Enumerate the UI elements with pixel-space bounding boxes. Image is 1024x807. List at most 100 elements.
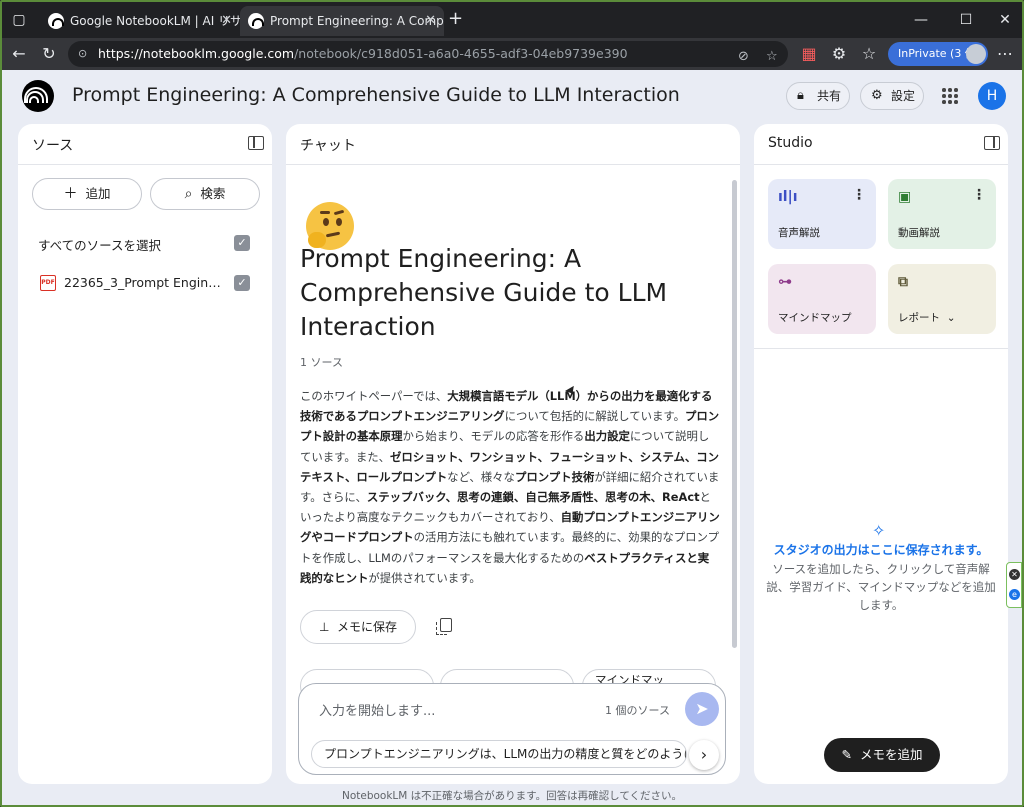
- more-vert-icon[interactable]: ⋮: [852, 187, 866, 203]
- share-button[interactable]: 🔒︎ 共有: [786, 82, 850, 110]
- notebook-heading: Prompt Engineering: A Comprehensive Guid…: [300, 244, 668, 341]
- summary-segment: このホワイトペーパーでは、: [300, 389, 448, 403]
- title-bar: ▢ Google NotebookLM | AI リサーチツ ✕ Prompt …: [2, 2, 1022, 38]
- add-label: 追加: [85, 186, 111, 201]
- close-tab-icon[interactable]: ✕: [425, 6, 436, 36]
- input-source-count: 1 個のソース: [605, 704, 670, 717]
- studio-empty-heading: スタジオの出力はここに保存されます。: [773, 543, 989, 557]
- add-note-button[interactable]: ✎ メモを追加: [824, 738, 940, 772]
- source-item-name[interactable]: 22365_3_Prompt Engineering: [64, 275, 224, 290]
- summary-segment: など、様々な: [447, 469, 515, 484]
- url-path: /notebook/c918d051-a6a0-4655-adf3-04eb97…: [294, 46, 628, 61]
- summary-segment: ステップバック、思考の連鎖、自己無矛盾性、思考の木、ReAct: [366, 490, 700, 505]
- source-checkbox[interactable]: ✓: [234, 275, 250, 291]
- close-icon[interactable]: ✕: [1009, 569, 1020, 580]
- video-overview-tile[interactable]: ▣ ⋮ 動画解説: [888, 179, 996, 249]
- mindmap-icon: ⊶: [778, 274, 792, 290]
- discover-sources-button[interactable]: ⌕ 検索: [150, 178, 260, 210]
- studio-empty-body: ソースを追加したら、クリックして音声解説、学習ガイド、マインドマップなどを追加し…: [766, 562, 996, 612]
- collapse-sources-icon[interactable]: [248, 136, 264, 150]
- chat-panel: チャット Prompt Engineering: A Comprehensive…: [286, 124, 740, 784]
- divider: [754, 348, 1008, 349]
- report-icon: ⧉: [898, 274, 908, 290]
- suggested-question[interactable]: プロンプトエンジニアリングは、LLMの出力の精度と質をどのように: [311, 740, 687, 768]
- inprivate-badge[interactable]: InPrivate (3 個): [888, 42, 988, 66]
- pin-icon: ⊥: [318, 620, 330, 634]
- edge-sidebar-extension[interactable]: ✕ e: [1006, 562, 1022, 608]
- profile-avatar[interactable]: [966, 44, 986, 64]
- edge-icon[interactable]: e: [1009, 589, 1020, 600]
- audio-wave-icon: ıl|ı: [778, 189, 798, 205]
- browser-toolbar: ← ↻ ⊙ https://notebooklm.google.com/note…: [2, 38, 1022, 70]
- tab-actions-icon[interactable]: ▢: [8, 10, 30, 30]
- summary-segment: について包括的に解説しています。: [504, 409, 686, 424]
- settings-button[interactable]: ⚙ 設定: [860, 82, 924, 110]
- chat-input[interactable]: 入力を開始します...: [319, 700, 435, 719]
- copy-icon[interactable]: [436, 618, 452, 635]
- close-tab-icon[interactable]: ✕: [221, 6, 232, 36]
- add-note-label: メモを追加: [859, 747, 923, 762]
- summary-segment: 出力設定: [584, 429, 630, 444]
- mindmap-tile[interactable]: ⊶ マインドマップ: [768, 264, 876, 334]
- address-bar[interactable]: ⊙ https://notebooklm.google.com/notebook…: [68, 41, 788, 67]
- url-host: https://notebooklm.google.com: [98, 46, 295, 61]
- tab-notebooklm-home[interactable]: Google NotebookLM | AI リサーチツ ✕: [40, 6, 240, 36]
- refresh-icon[interactable]: ↻: [38, 43, 60, 65]
- back-icon[interactable]: ←: [8, 43, 30, 65]
- divider: [754, 164, 1008, 165]
- settings-label: 設定: [891, 89, 916, 103]
- summary-segment: から始まり、モデルの応答を形作る: [402, 429, 585, 444]
- extensions-puzzle-icon[interactable]: ⚙: [828, 43, 850, 65]
- maximize-icon[interactable]: ☐: [955, 10, 977, 30]
- tile-label: 動画解説: [898, 227, 940, 239]
- divider: [286, 164, 740, 165]
- more-vert-icon[interactable]: ⋮: [972, 187, 986, 203]
- save-to-note-button[interactable]: ⊥ メモに保存: [300, 610, 416, 644]
- studio-panel: Studio ıl|ı ⋮ 音声解説 ▣ ⋮ 動画解説 ⊶ マインドマップ ⧉ …: [754, 124, 1008, 784]
- tile-label: 音声解説: [778, 227, 820, 239]
- chat-scrollbar[interactable]: [732, 180, 737, 648]
- collapse-studio-icon[interactable]: [984, 136, 1000, 150]
- gear-icon: ⚙: [871, 88, 883, 103]
- lock-icon: 🔒︎: [797, 88, 804, 103]
- search-icon: ⌕: [184, 186, 193, 202]
- select-all-checkbox[interactable]: ✓: [234, 235, 250, 251]
- notebook-summary: このホワイトペーパーでは、大規模言語モデル（LLM）からの出力を最適化する技術で…: [300, 386, 720, 588]
- google-apps-icon[interactable]: [942, 88, 958, 104]
- send-button[interactable]: ➤: [685, 692, 719, 726]
- favorites-icon[interactable]: ☆: [858, 43, 880, 65]
- studio-title: Studio: [768, 135, 813, 151]
- chevron-down-icon[interactable]: ⌄: [947, 312, 956, 324]
- tracking-prevention-icon[interactable]: ⊘: [738, 44, 749, 70]
- search-label: 検索: [200, 186, 226, 201]
- browser-window: ▢ Google NotebookLM | AI リサーチツ ✕ Prompt …: [0, 0, 1024, 807]
- add-source-button[interactable]: ＋ 追加: [32, 178, 142, 210]
- new-tab-icon[interactable]: +: [448, 8, 463, 29]
- notebooklm-favicon-icon: [248, 13, 264, 29]
- account-avatar[interactable]: H: [978, 82, 1006, 110]
- chevron-right-icon[interactable]: ›: [689, 740, 719, 770]
- minimize-icon[interactable]: —: [910, 10, 932, 30]
- favorite-star-icon[interactable]: ☆: [766, 44, 778, 70]
- site-info-icon[interactable]: ⊙: [78, 41, 87, 67]
- notebooklm-logo-icon[interactable]: [22, 80, 54, 112]
- magic-wand-icon: ✧: [872, 521, 886, 540]
- audio-overview-tile[interactable]: ıl|ı ⋮ 音声解説: [768, 179, 876, 249]
- chat-title: チャット: [300, 138, 356, 154]
- sources-panel: ソース ＋ 追加 ⌕ 検索 すべてのソースを選択 ✓ PDF 22365_3_Pro…: [18, 124, 272, 784]
- tab-prompt-engineering[interactable]: Prompt Engineering: A Comprehe ✕: [240, 6, 444, 36]
- pencil-icon: ✎: [841, 747, 852, 762]
- divider: [18, 164, 272, 165]
- disclaimer-footer: NotebookLM は不正確な場合があります。回答は再確認してください。: [341, 790, 682, 802]
- plus-icon: ＋: [63, 186, 78, 202]
- extension-icon[interactable]: ▦: [798, 43, 820, 65]
- more-menu-icon[interactable]: ⋯: [994, 43, 1016, 65]
- notebook-title[interactable]: Prompt Engineering: A Comprehensive Guid…: [72, 84, 680, 106]
- chat-composer: 入力を開始します... 1 個のソース ➤ プロンプトエンジニアリングは、LLM…: [298, 683, 726, 775]
- save-memo-label: メモに保存: [337, 620, 398, 634]
- source-count: 1 ソース: [300, 356, 343, 369]
- share-label: 共有: [817, 89, 842, 103]
- report-tile[interactable]: ⧉ レポート ⌄: [888, 264, 996, 334]
- close-window-icon[interactable]: ✕: [994, 10, 1016, 30]
- notebooklm-favicon-icon: [48, 13, 64, 29]
